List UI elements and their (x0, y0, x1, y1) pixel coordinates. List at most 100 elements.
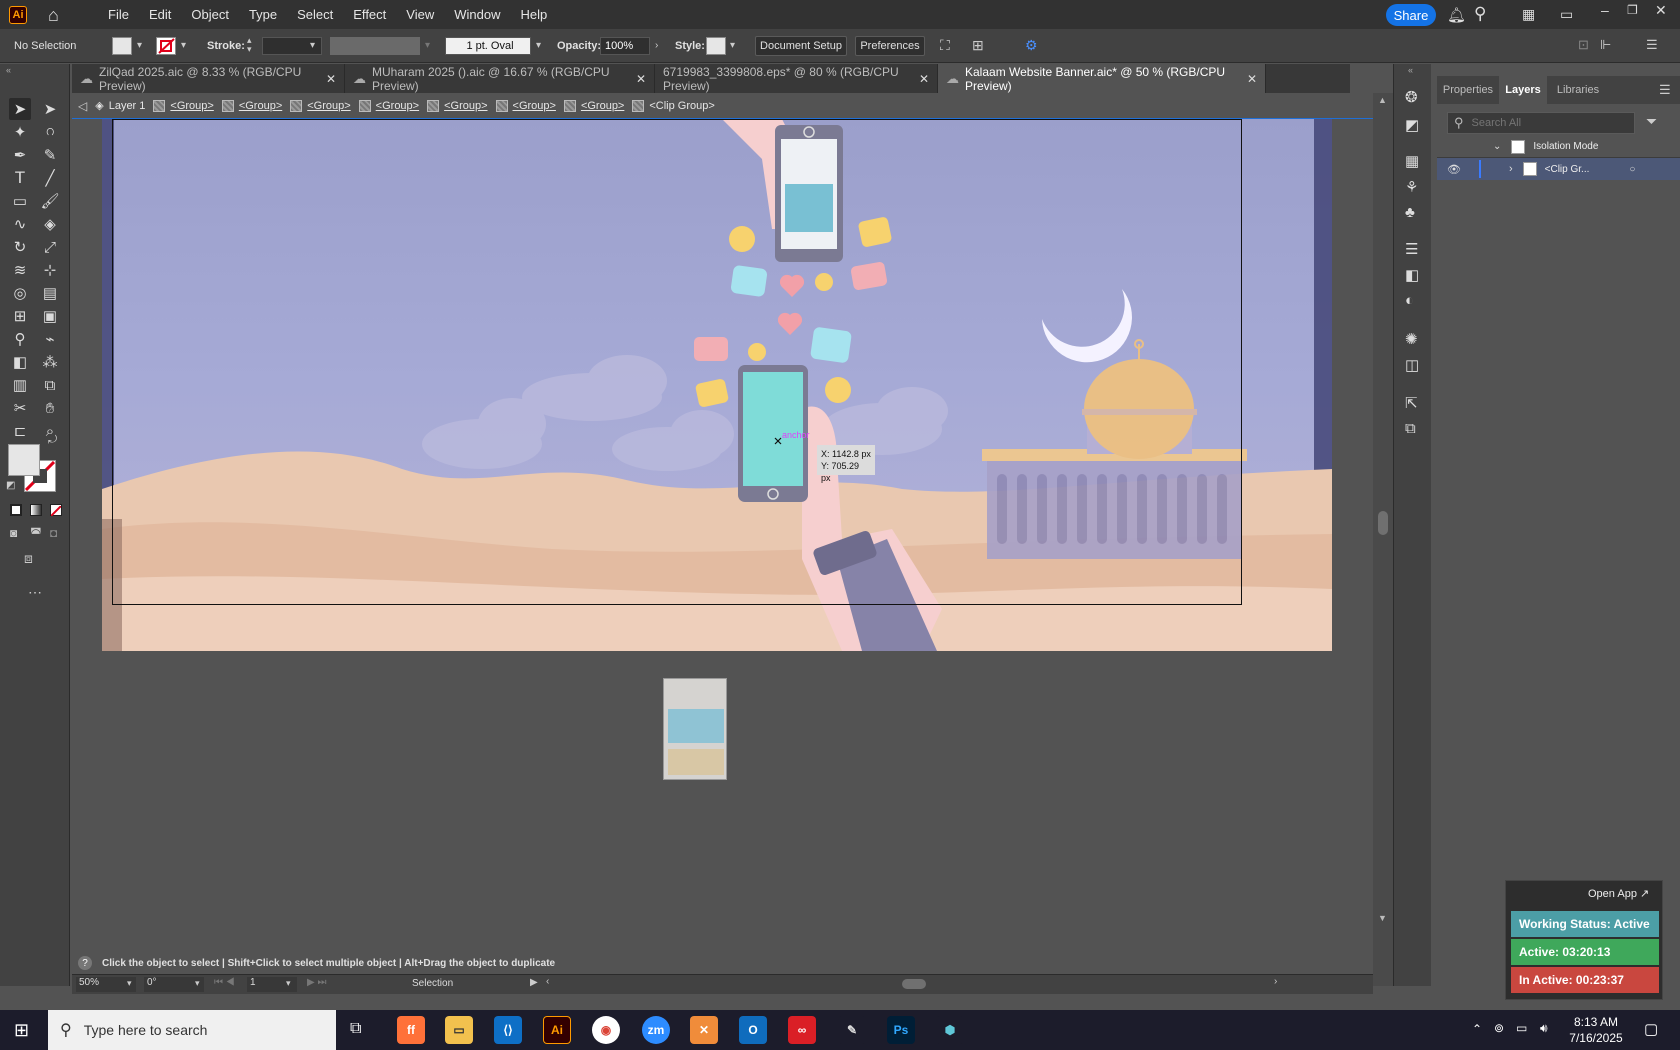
visibility-eye-icon[interactable]: 👁︎ (1447, 163, 1461, 176)
chevron-down-icon[interactable]: ▾ (536, 40, 541, 51)
style-swatch[interactable] (706, 37, 726, 55)
variable-width-field[interactable] (330, 37, 420, 55)
vscode-icon[interactable]: ⟨⟩ (494, 1016, 522, 1044)
scroll-left-icon[interactable]: ‹ (546, 976, 549, 987)
tab-zilqad[interactable]: ☁ ZilQad 2025.aic @ 8.33 % (RGB/CPU Prev… (72, 64, 345, 93)
shaper-tool-icon[interactable]: ∿ (9, 213, 31, 235)
swatches-icon[interactable]: ▦ (1405, 152, 1419, 170)
help-icon[interactable]: ? (78, 956, 92, 970)
tab-layers[interactable]: Layers (1499, 76, 1547, 104)
restore-icon[interactable]: ❐ (1627, 3, 1638, 17)
back-arrow-icon[interactable]: ◁ (78, 99, 87, 113)
pen-app-icon[interactable]: ✎ (838, 1016, 866, 1044)
direct-selection-tool-icon[interactable]: ➤ (39, 98, 61, 120)
close-tab-icon[interactable]: ✕ (1247, 72, 1257, 86)
tab-kalaam[interactable]: ☁ Kalaam Website Banner.aic* @ 50 % (RGB… (938, 64, 1266, 93)
tray-icon[interactable]: ⊚ (1494, 1021, 1504, 1035)
artboard-banner[interactable]: anchor X: 1142.8 px Y: 705.29 px (102, 119, 1332, 651)
artboard-thumbnail[interactable] (663, 678, 727, 780)
draw-inside-icon[interactable]: ◘ (50, 526, 57, 540)
rectangle-tool-icon[interactable]: ▭ (9, 190, 31, 212)
network-icon[interactable]: ▭ (1516, 1021, 1527, 1035)
default-colors-icon[interactable]: ◩ (6, 480, 15, 491)
hscroll-thumb[interactable] (902, 979, 926, 989)
none-mode-icon[interactable] (50, 504, 62, 517)
menu-type[interactable]: Type (249, 7, 277, 22)
target-circle-icon[interactable]: ○ (1629, 164, 1635, 175)
taskbar-search[interactable]: ⚲ Type here to search (48, 1010, 336, 1050)
tab-libraries[interactable]: Libraries (1547, 76, 1609, 104)
hand-tool-icon[interactable]: ✋︎ (39, 397, 61, 419)
workspace-icon[interactable]: ▭ (1560, 6, 1573, 23)
menu-view[interactable]: View (406, 7, 434, 22)
close-icon[interactable]: ✕ (1655, 2, 1667, 19)
task-view-icon[interactable]: ⧉ (350, 1020, 361, 1038)
notifications-icon[interactable]: ▢ (1644, 1020, 1658, 1038)
open-app-link[interactable]: Open App ↗ (1588, 887, 1649, 900)
export-icon[interactable]: ⇱ (1405, 394, 1418, 412)
firefox-icon[interactable]: ff (397, 1016, 425, 1044)
close-tab-icon[interactable]: ✕ (326, 72, 336, 86)
last-artboard-icon[interactable]: ▶ ⏭ (307, 977, 326, 988)
illustrator-taskbar-icon[interactable]: Ai (543, 1016, 571, 1044)
magic-wand-tool-icon[interactable]: ✦ (9, 121, 31, 143)
eraser-tool-icon[interactable]: ◈ (39, 213, 61, 235)
chevron-down-icon[interactable]: ▾ (127, 978, 132, 989)
graph-tool-icon[interactable]: ▥ (9, 374, 31, 396)
eyedropper-tool-icon[interactable]: ⚲ (9, 328, 31, 350)
breadcrumb-group[interactable]: <Group> (221, 99, 282, 112)
chevron-down-icon[interactable]: ▾ (286, 978, 291, 989)
opacity-field[interactable]: 100% (600, 37, 650, 55)
artboard-tool-icon[interactable]: ⧉ (39, 374, 61, 396)
recolor-panel-icon[interactable]: ◩ (1405, 116, 1419, 134)
menu-window[interactable]: Window (454, 7, 500, 22)
breadcrumb-group[interactable]: <Group> (153, 99, 214, 112)
warp-tool-icon[interactable]: ≋ (9, 259, 31, 281)
tab-muharam[interactable]: ☁ MUharam 2025 ().aic @ 16.67 % (RGB/CPU… (345, 64, 655, 93)
color-guide-icon[interactable]: ❂ (1405, 88, 1418, 106)
preferences-button[interactable]: Preferences (855, 36, 925, 56)
menu-effect[interactable]: Effect (353, 7, 386, 22)
menu-file[interactable]: File (108, 7, 129, 22)
share-button[interactable]: Share (1386, 4, 1436, 26)
more-tools-icon[interactable]: ⋯ (28, 584, 42, 601)
stroke-swatch[interactable] (156, 37, 176, 55)
transparency-icon[interactable]: ◐ (1405, 292, 1414, 309)
menu-help[interactable]: Help (520, 7, 547, 22)
breadcrumb-group[interactable]: <Group> (358, 99, 419, 112)
screen-mode-icon[interactable]: ⧈ (24, 550, 33, 567)
tab-eps[interactable]: 6719983_3399808.eps* @ 80 % (RGB/CPU Pre… (655, 64, 938, 93)
close-tab-icon[interactable]: ✕ (636, 72, 646, 86)
chevron-right-icon[interactable]: › (1509, 163, 1513, 175)
curvature-tool-icon[interactable]: ✎ (39, 144, 61, 166)
canvas-area[interactable]: anchor X: 1142.8 px Y: 705.29 px (72, 119, 1373, 966)
appearance-icon[interactable]: ✺ (1405, 330, 1418, 348)
expand-icon[interactable]: « (1408, 65, 1413, 75)
gradient-mode-icon[interactable] (30, 504, 42, 516)
bell-icon[interactable]: 🔔︎ (1447, 6, 1466, 24)
breadcrumb-group[interactable]: <Group> (495, 99, 556, 112)
chrome-icon[interactable]: ◉ (592, 1016, 620, 1044)
type-tool-icon[interactable]: T (9, 167, 31, 189)
fill-color-front[interactable] (8, 444, 40, 476)
chevron-down-icon[interactable]: ▾ (730, 40, 735, 51)
symbols-icon[interactable]: ♣ (1405, 204, 1415, 221)
collapse-icon[interactable]: « (6, 65, 11, 75)
shape-builder-tool-icon[interactable]: ◎ (9, 282, 31, 304)
print-tiling-tool-icon[interactable]: ⊏ (9, 420, 31, 442)
graphic-styles-icon[interactable]: ◫ (1405, 356, 1419, 374)
app-hexagon-icon[interactable]: ⬢ (936, 1016, 964, 1044)
measure-tool-icon[interactable]: ⌁ (39, 328, 61, 350)
fill-swatch[interactable] (112, 37, 132, 55)
breadcrumb-group[interactable]: <Group> (290, 99, 351, 112)
brush-definition[interactable]: 1 pt. Oval (445, 37, 531, 55)
menu-select[interactable]: Select (297, 7, 333, 22)
search-icon[interactable]: ⚲ (1474, 4, 1486, 24)
close-tab-icon[interactable]: ✕ (919, 72, 929, 86)
chevron-down-icon[interactable]: ▾ (310, 40, 315, 51)
breadcrumb-current[interactable]: <Clip Group> (632, 99, 715, 112)
draw-behind-icon[interactable]: ◚ (30, 526, 42, 540)
swap-colors-icon[interactable]: ⤾ (48, 434, 57, 447)
pen-tool-icon[interactable]: ✒ (9, 144, 31, 166)
scroll-up-icon[interactable]: ▲ (1378, 95, 1387, 105)
